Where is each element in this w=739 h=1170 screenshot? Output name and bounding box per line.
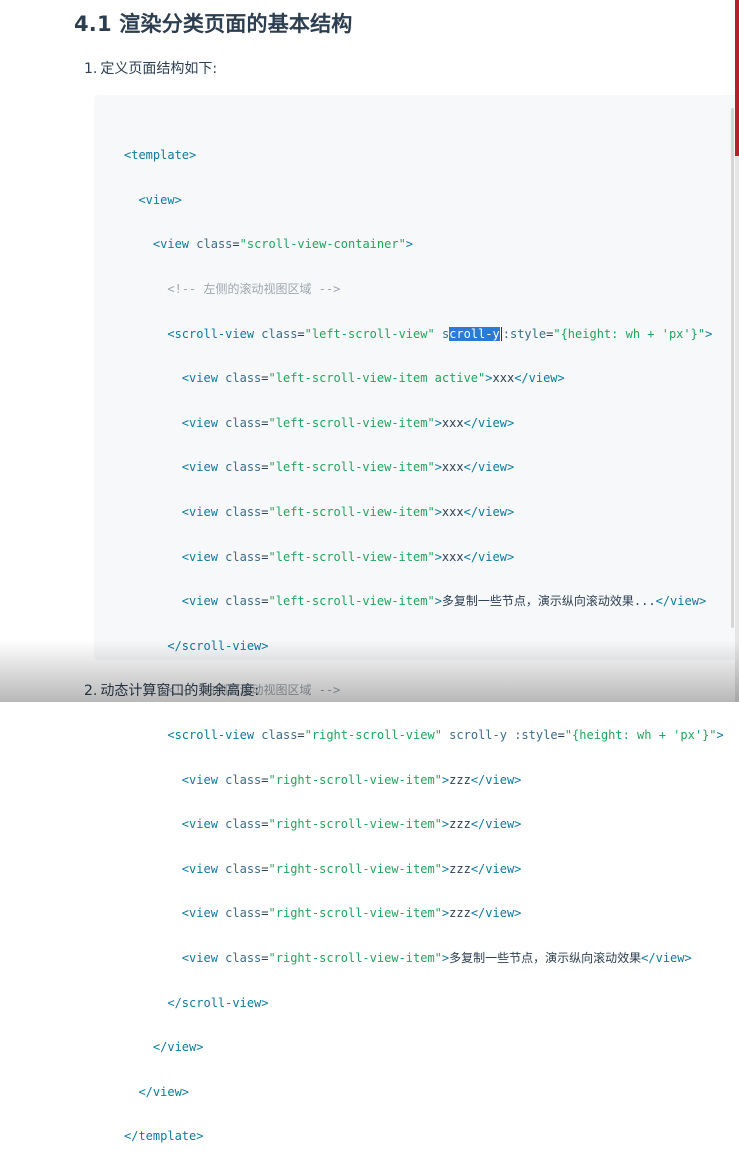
- code-line: <view class="left-scroll-view-item activ…: [181, 371, 565, 386]
- text-cursor: [500, 327, 502, 342]
- code-line: <view class="scroll-view-container">: [152, 237, 414, 252]
- code-line: <template>: [124, 148, 197, 163]
- code-line: </view>: [152, 1040, 204, 1055]
- text-selection: croll-y: [449, 326, 500, 341]
- code-content[interactable]: <template> <view> <view class="scroll-vi…: [124, 122, 724, 1170]
- code-line: <view class="left-scroll-view-item">xxx<…: [181, 549, 515, 564]
- step-2: 2. 动态计算窗口的剩余高度:: [84, 680, 259, 700]
- code-line: <scroll-view class="right-scroll-view" s…: [167, 728, 724, 743]
- code-line: <view class="left-scroll-view-item">xxx<…: [181, 505, 515, 520]
- code-scrollbar[interactable]: [731, 108, 734, 628]
- code-line: <view class="left-scroll-view-item">xxx<…: [181, 415, 515, 430]
- code-line: </template>: [124, 1129, 204, 1144]
- code-line: <view class="right-scroll-view-item">zzz…: [181, 861, 522, 876]
- code-line: <view>: [138, 192, 182, 207]
- code-line: </scroll-view>: [167, 995, 269, 1010]
- step-text: 定义页面结构如下:: [100, 61, 218, 77]
- step-number: 2.: [84, 683, 98, 699]
- code-line: <view class="right-scroll-view-item">zzz…: [181, 772, 522, 787]
- step-text: 动态计算窗口的剩余高度:: [100, 683, 260, 699]
- code-line: <scroll-view class="left-scroll-view" sc…: [167, 326, 713, 342]
- code-line: </view>: [138, 1084, 190, 1099]
- code-line: </scroll-view>: [167, 638, 269, 653]
- code-line: <view class="right-scroll-view-item">zzz…: [181, 906, 522, 921]
- section-heading: 4.1 渲染分类页面的基本结构: [74, 12, 353, 36]
- code-line: <!-- 左侧的滚动视图区域 -->: [167, 282, 341, 297]
- code-line: <view class="left-scroll-view-item">xxx<…: [181, 460, 515, 475]
- step-number: 1.: [84, 61, 98, 77]
- code-line: <view class="right-scroll-view-item">zzz…: [181, 817, 522, 832]
- code-line: <view class="left-scroll-view-item">多复制一…: [181, 594, 707, 609]
- step-1: 1. 定义页面结构如下:: [84, 58, 217, 78]
- side-accent-bar: [735, 0, 739, 156]
- code-line: <view class="right-scroll-view-item">多复制…: [181, 950, 692, 965]
